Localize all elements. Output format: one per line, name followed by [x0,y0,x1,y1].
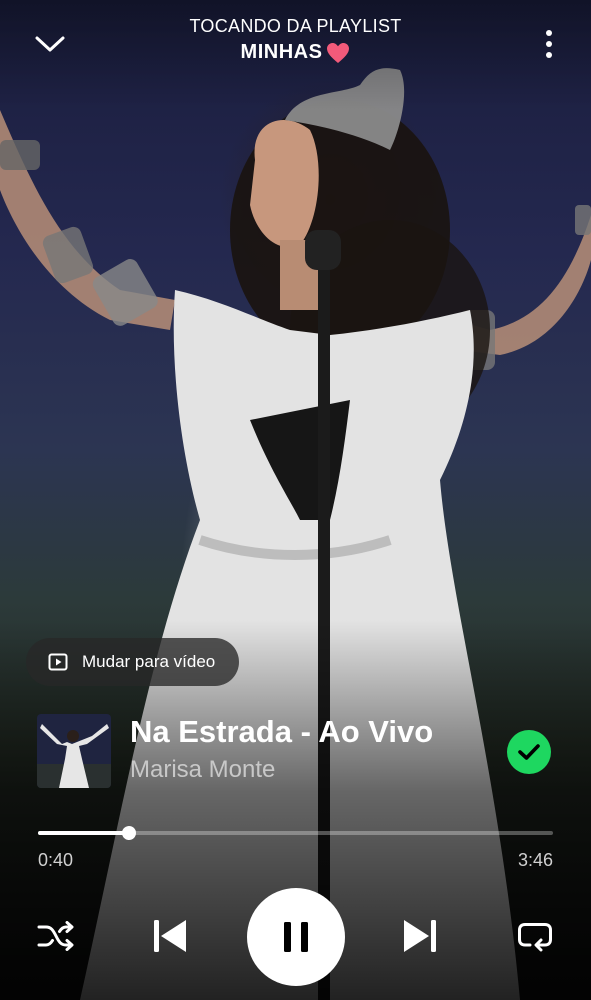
liked-button[interactable] [507,730,551,774]
elapsed-time: 0:40 [38,850,74,870]
switch-to-video-button[interactable]: Mudar para vídeo [26,638,240,686]
total-time: 3:46 [517,850,553,870]
playing-context[interactable]: TOCANDO DA PLAYLIST MINHAS [120,16,471,64]
track-info: Na Estrada - Ao Vivo Marisa Monte [37,714,557,790]
more-vertical-icon [546,30,552,58]
repeat-button[interactable] [512,914,558,958]
more-options-button[interactable] [525,20,573,68]
pause-icon [284,922,308,952]
track-title[interactable]: Na Estrada - Ao Vivo [130,714,433,750]
chevron-down-icon [35,36,65,52]
skip-previous-icon [154,920,186,952]
progress-handle[interactable] [122,826,137,840]
album-cover-thumbnail[interactable] [37,714,111,788]
playback-progress-bar[interactable] [38,824,553,842]
pause-button[interactable] [247,888,345,986]
now-playing-screen: TOCANDO DA PLAYLIST MINHAS Mudar para ví… [0,0,591,1000]
context-caption: TOCANDO DA PLAYLIST [189,16,402,36]
progress-fill [38,831,130,835]
switch-to-video-label: Mudar para vídeo [82,652,216,671]
collapse-button[interactable] [26,20,74,68]
repeat-icon [518,923,552,952]
player-header: TOCANDO DA PLAYLIST MINHAS [0,0,591,90]
playlist-name: MINHAS [240,41,323,63]
shuffle-icon [37,921,74,951]
check-circle-icon [518,744,540,760]
track-artist[interactable]: Marisa Monte [130,756,275,784]
previous-track-button[interactable] [146,912,194,960]
shuffle-button[interactable] [30,914,82,958]
next-track-button[interactable] [396,912,444,960]
playback-controls [0,886,591,986]
skip-next-icon [404,920,436,952]
heart-icon [327,42,350,63]
video-play-icon [48,653,68,671]
playlist-title: MINHAS [241,41,351,64]
